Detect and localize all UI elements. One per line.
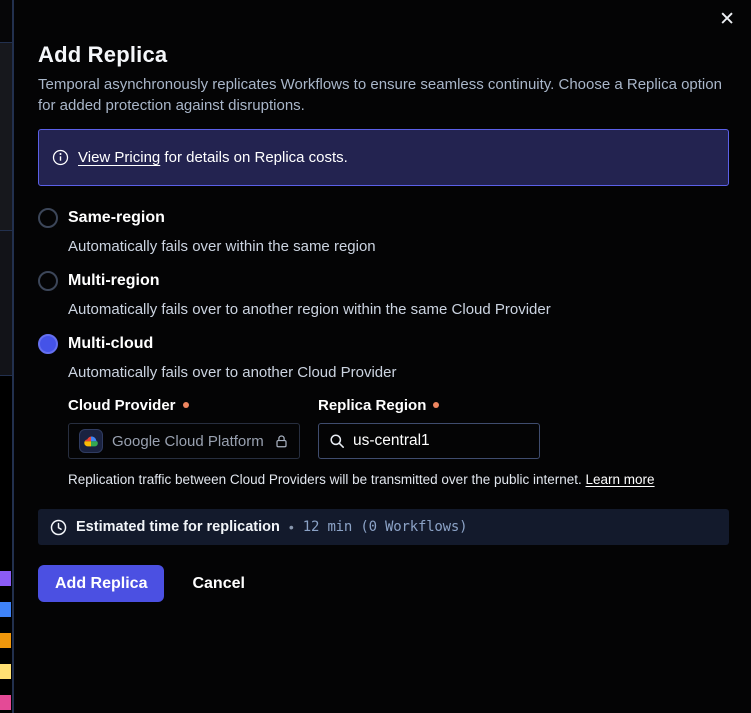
public-internet-note: Replication traffic between Cloud Provid…	[68, 472, 729, 487]
google-cloud-logo-icon	[79, 429, 103, 453]
option-same-region-radio-row[interactable]: Same-region	[38, 206, 729, 230]
estimate-value: 12 min (0 Workflows)	[303, 519, 468, 535]
option-same-region: Same-region Automatically fails over wit…	[38, 206, 729, 257]
option-description: Automatically fails over to another Clou…	[68, 363, 729, 383]
estimate-label: Estimated time for replication	[76, 519, 280, 535]
clock-icon	[50, 519, 67, 536]
close-icon[interactable]: ✕	[715, 6, 739, 33]
replica-region-input[interactable]	[353, 432, 529, 450]
page-title: Add Replica	[38, 0, 729, 68]
required-dot-icon	[183, 402, 189, 408]
option-label: Multi-cloud	[68, 335, 153, 353]
modal-description: Temporal asynchronously replicates Workf…	[38, 74, 729, 116]
cloud-provider-select[interactable]: Google Cloud Platform	[68, 423, 300, 459]
pricing-banner-rest: for details on Replica costs.	[160, 149, 348, 166]
pricing-banner-text: View Pricing for details on Replica cost…	[78, 149, 348, 166]
lock-icon	[274, 434, 289, 449]
option-label: Multi-region	[68, 272, 160, 290]
learn-more-link[interactable]: Learn more	[586, 472, 655, 487]
background-nav-colors	[0, 571, 11, 710]
radio-selected-icon[interactable]	[38, 334, 58, 354]
replica-region-field	[318, 423, 540, 459]
search-icon	[329, 433, 345, 449]
option-description: Automatically fails over to another regi…	[68, 300, 729, 320]
option-label: Same-region	[68, 209, 165, 227]
pricing-info-banner: View Pricing for details on Replica cost…	[38, 129, 729, 186]
multi-cloud-form: Cloud Provider Replica Region	[68, 395, 729, 487]
view-pricing-link[interactable]: View Pricing	[78, 149, 160, 166]
option-multi-region: Multi-region Automatically fails over to…	[38, 269, 729, 320]
estimated-time-banner: Estimated time for replication • 12 min …	[38, 509, 729, 545]
replica-region-label: Replica Region	[318, 395, 540, 415]
radio-unselected-icon[interactable]	[38, 271, 58, 291]
option-multi-region-radio-row[interactable]: Multi-region	[38, 269, 729, 293]
add-replica-modal: ✕ Add Replica Temporal asynchronously re…	[14, 0, 751, 713]
option-description: Automatically fails over within the same…	[68, 237, 729, 257]
option-multi-cloud: Multi-cloud Automatically fails over to …	[38, 332, 729, 487]
cloud-provider-label: Cloud Provider	[68, 395, 300, 415]
required-dot-icon	[433, 402, 439, 408]
add-replica-button[interactable]: Add Replica	[38, 565, 164, 602]
modal-actions: Add Replica Cancel	[38, 565, 729, 602]
replica-options-group: Same-region Automatically fails over wit…	[38, 206, 729, 487]
info-icon	[52, 149, 69, 166]
estimate-separator: •	[289, 519, 294, 535]
option-multi-cloud-radio-row[interactable]: Multi-cloud	[38, 332, 729, 356]
cancel-button[interactable]: Cancel	[192, 575, 244, 593]
radio-unselected-icon[interactable]	[38, 208, 58, 228]
cloud-provider-value: Google Cloud Platform	[112, 433, 265, 450]
